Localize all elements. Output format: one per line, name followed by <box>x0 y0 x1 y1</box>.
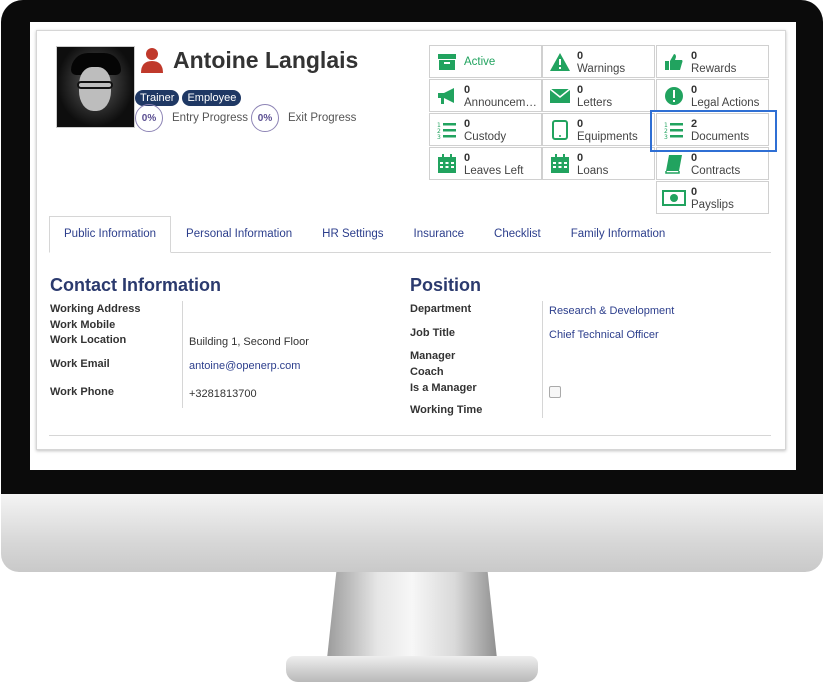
screen: Antoine Langlais Trainer Employee 0% Ent… <box>30 22 796 470</box>
letters-button[interactable]: 0 Letters <box>542 79 655 112</box>
payslips-label: Payslips <box>691 199 734 211</box>
employee-name[interactable]: Antoine Langlais <box>173 47 358 74</box>
list-ol-icon: 123 <box>435 120 459 140</box>
tablet-icon <box>548 120 572 140</box>
work-phone-label: Work Phone <box>50 386 114 398</box>
work-email-link[interactable]: antoine@openerp.com <box>189 360 300 372</box>
rewards-count: 0 <box>691 50 698 62</box>
active-label: Active <box>464 56 496 68</box>
documents-highlight <box>650 110 777 152</box>
legal-actions-count: 0 <box>691 84 698 96</box>
work-phone-value[interactable]: +3281813700 <box>189 388 257 400</box>
contracts-count: 0 <box>691 152 698 164</box>
rewards-button[interactable]: 0 Rewards <box>656 45 769 78</box>
employee-photo[interactable] <box>56 46 135 128</box>
bullhorn-icon <box>435 86 459 106</box>
tab-hr-settings[interactable]: HR Settings <box>307 216 398 252</box>
is-manager-label: Is a Manager <box>410 382 477 394</box>
tab-personal-information[interactable]: Personal Information <box>171 216 307 252</box>
warnings-button[interactable]: 0 Warnings <box>542 45 655 78</box>
book-icon <box>662 154 686 174</box>
form-bottom-divider <box>49 435 771 436</box>
working-time-label: Working Time <box>410 404 483 416</box>
thumbs-up-icon <box>662 52 686 72</box>
contact-divider <box>182 301 183 408</box>
user-icon <box>141 48 163 73</box>
leaves-left-count: 0 <box>464 152 471 164</box>
warnings-label: Warnings <box>577 63 626 75</box>
work-mobile-label: Work Mobile <box>50 319 116 331</box>
notebook-tabs: Public Information Personal Information … <box>49 216 771 253</box>
custody-label: Custody <box>464 131 507 143</box>
department-link[interactable]: Research & Development <box>549 305 674 317</box>
legal-actions-label: Legal Actions <box>691 97 760 109</box>
calendar-icon <box>435 154 459 174</box>
announcements-label: Announceme... <box>464 97 540 109</box>
warnings-count: 0 <box>577 50 584 62</box>
monitor-base <box>286 656 538 682</box>
envelope-icon <box>548 86 572 106</box>
tab-public-information[interactable]: Public Information <box>49 216 172 253</box>
working-address-label: Working Address <box>50 303 141 315</box>
announcements-count: 0 <box>464 84 471 96</box>
warning-icon <box>548 52 572 72</box>
announcements-button[interactable]: 0 Announceme... <box>429 79 542 112</box>
loans-label: Loans <box>577 165 609 177</box>
custody-button[interactable]: 123 0 Custody <box>429 113 542 146</box>
rewards-label: Rewards <box>691 63 737 75</box>
entry-progress: 0% Entry Progress <box>135 104 248 132</box>
letters-label: Letters <box>577 97 613 109</box>
exit-progress: 0% Exit Progress <box>251 104 356 132</box>
letters-count: 0 <box>577 84 584 96</box>
tab-insurance[interactable]: Insurance <box>399 216 480 252</box>
loans-button[interactable]: 0 Loans <box>542 147 655 180</box>
svg-text:3: 3 <box>437 134 441 139</box>
leaves-left-label: Leaves Left <box>464 165 524 177</box>
leaves-left-button[interactable]: 0 Leaves Left <box>429 147 542 180</box>
contact-information-title: Contact Information <box>50 275 221 295</box>
tab-family-information[interactable]: Family Information <box>556 216 681 252</box>
exit-progress-label: Exit Progress <box>288 112 357 124</box>
loans-count: 0 <box>577 152 584 164</box>
calendar-icon <box>548 154 572 174</box>
manager-label: Manager <box>410 350 456 362</box>
money-icon <box>662 188 686 208</box>
entry-progress-label: Entry Progress <box>172 112 249 124</box>
coach-label: Coach <box>410 366 444 378</box>
work-email-label: Work Email <box>50 358 110 370</box>
department-label: Department <box>410 303 472 315</box>
equipments-count: 0 <box>577 118 584 130</box>
job-title-label: Job Title <box>410 327 456 339</box>
position-divider <box>542 301 543 418</box>
job-title-link[interactable]: Chief Technical Officer <box>549 329 659 341</box>
employee-form: Antoine Langlais Trainer Employee 0% Ent… <box>36 30 786 450</box>
entry-progress-circle: 0% <box>135 104 163 132</box>
contracts-label: Contracts <box>691 165 741 177</box>
payslips-button[interactable]: 0 Payslips <box>656 181 769 214</box>
active-button[interactable]: Active <box>429 45 542 78</box>
exclamation-icon <box>662 86 686 106</box>
legal-actions-button[interactable]: 0 Legal Actions <box>656 79 769 112</box>
work-location-value[interactable]: Building 1, Second Floor <box>189 336 309 348</box>
position-title: Position <box>410 275 481 295</box>
monitor-stand <box>326 572 498 668</box>
equipments-button[interactable]: 0 Equipments <box>542 113 655 146</box>
exit-progress-circle: 0% <box>251 104 279 132</box>
tab-checklist[interactable]: Checklist <box>479 216 556 252</box>
custody-count: 0 <box>464 118 471 130</box>
equipments-label: Equipments <box>577 131 638 143</box>
is-manager-checkbox[interactable] <box>549 386 561 398</box>
work-location-label: Work Location <box>50 334 127 346</box>
archive-icon <box>435 52 459 72</box>
monitor-chin <box>1 494 823 572</box>
payslips-count: 0 <box>691 186 698 198</box>
